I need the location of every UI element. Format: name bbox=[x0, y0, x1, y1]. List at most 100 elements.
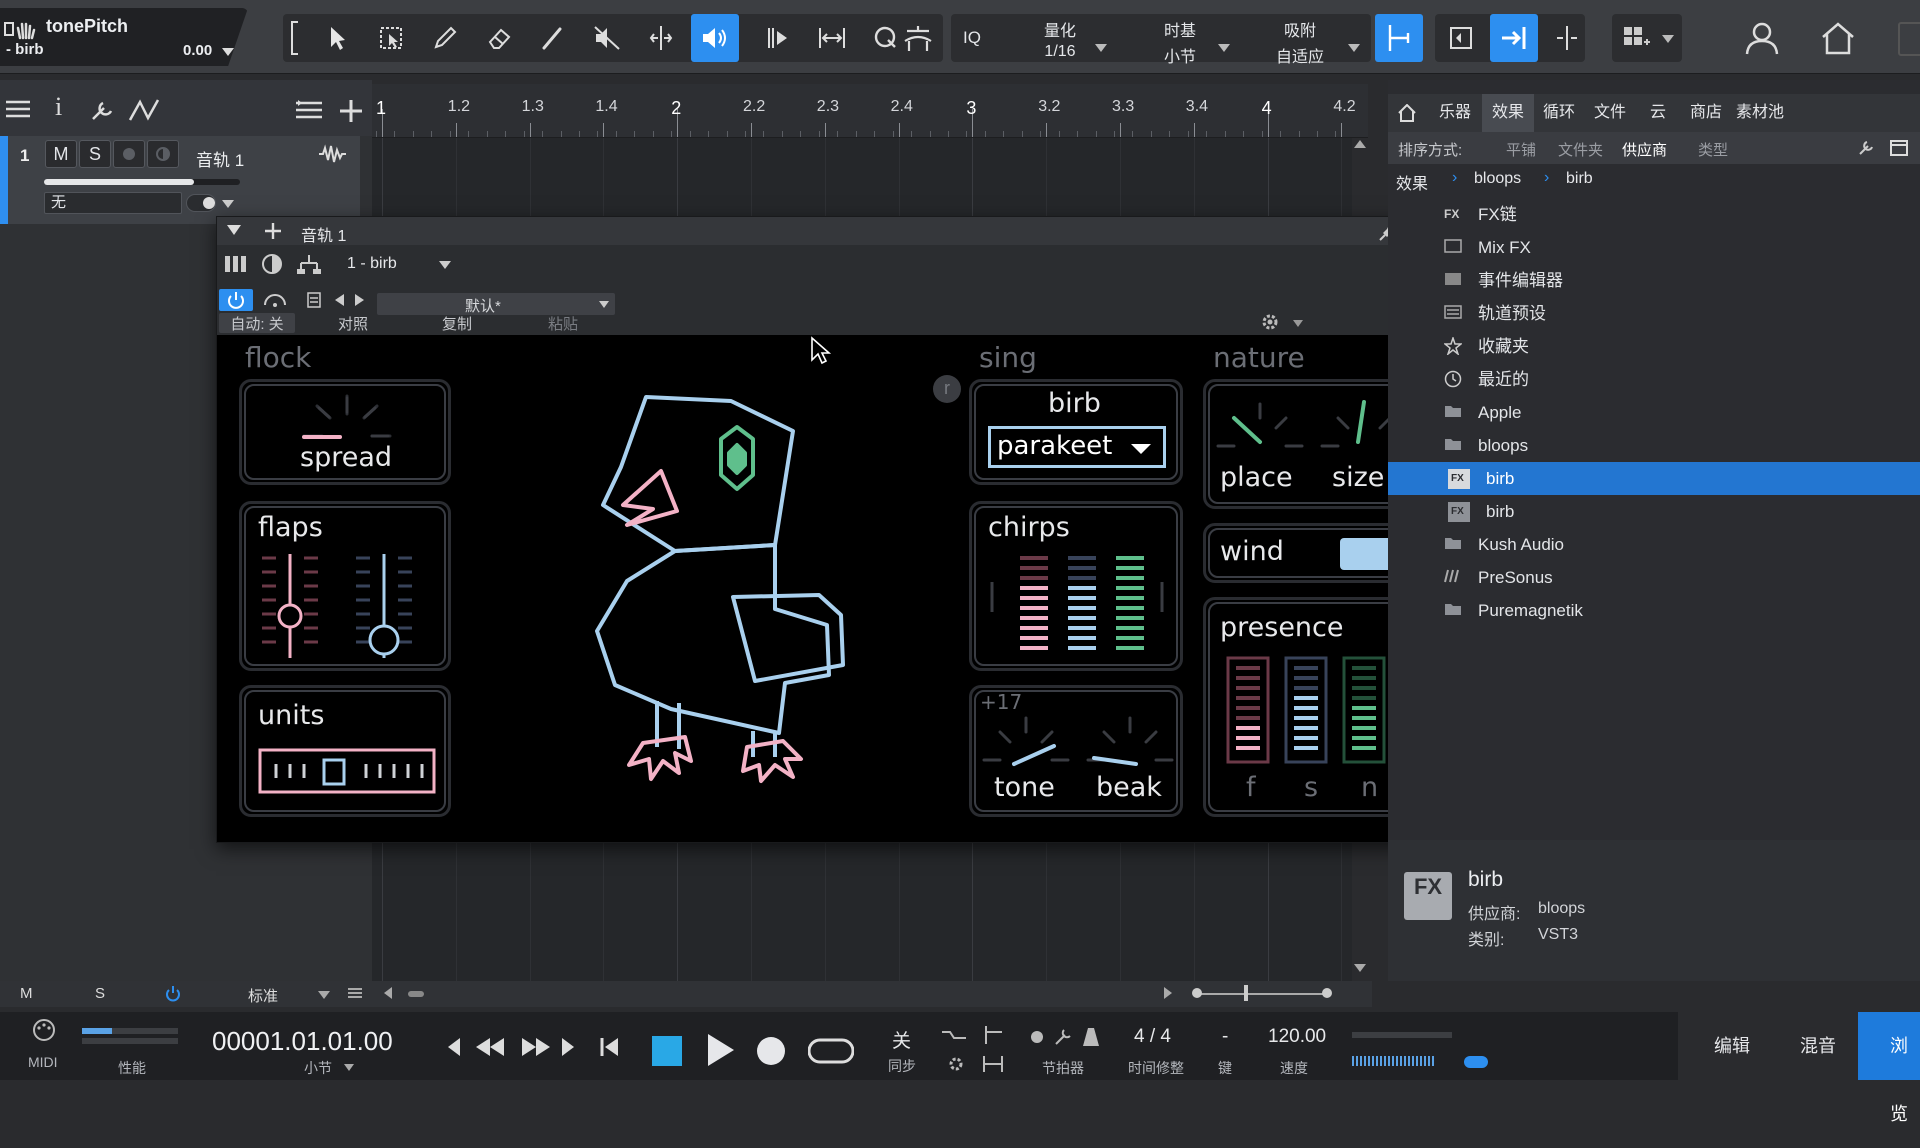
birb-type-select[interactable]: parakeet bbox=[988, 426, 1166, 468]
zoom-slider[interactable] bbox=[1192, 985, 1332, 1001]
split-tool-button[interactable] bbox=[637, 14, 685, 62]
sort-option[interactable]: 文件夹 bbox=[1558, 139, 1603, 160]
stretch-tool-button[interactable] bbox=[808, 14, 856, 62]
units-panel[interactable]: units bbox=[239, 685, 451, 817]
snap-select[interactable]: 吸附 自适应 bbox=[1250, 14, 1350, 66]
gear-icon[interactable] bbox=[948, 1056, 964, 1072]
paint-tool-button[interactable] bbox=[529, 14, 577, 62]
midi-icon[interactable] bbox=[30, 1018, 58, 1042]
plugin-slot-select[interactable]: 1 - birb bbox=[335, 251, 465, 279]
scroll-left-icon[interactable] bbox=[384, 987, 392, 999]
snap-toggle-button[interactable] bbox=[1375, 14, 1423, 62]
chirps-panel[interactable]: chirps bbox=[969, 501, 1183, 671]
wrench-icon[interactable] bbox=[90, 100, 114, 122]
power-button[interactable] bbox=[219, 289, 253, 311]
bracket-icon[interactable] bbox=[283, 14, 307, 62]
solo-button[interactable]: S bbox=[79, 140, 111, 168]
mute-button[interactable]: M bbox=[45, 140, 77, 168]
browser-tree-item[interactable]: FX birb bbox=[1388, 462, 1920, 495]
plugin-title-bar[interactable]: 音轨 1 bbox=[217, 217, 1445, 245]
browser-tree-item[interactable]: FX FX链 bbox=[1388, 198, 1920, 231]
listen-tool-button[interactable] bbox=[691, 14, 739, 62]
forward-end-icon[interactable] bbox=[562, 1038, 578, 1056]
go-to-start-icon[interactable] bbox=[600, 1038, 618, 1056]
waveform-icon[interactable] bbox=[318, 144, 346, 164]
position-unit[interactable]: 小节 bbox=[304, 1058, 332, 1078]
wrench-icon[interactable] bbox=[1054, 1028, 1072, 1046]
sort-option[interactable]: 类型 bbox=[1698, 139, 1728, 160]
loop-range-icon[interactable] bbox=[982, 1056, 1004, 1072]
monitor-button[interactable] bbox=[147, 140, 179, 168]
chevron-down-icon[interactable] bbox=[344, 1064, 354, 1071]
bypass-icon[interactable] bbox=[263, 291, 287, 307]
browser-tree-item[interactable]: PreSonus bbox=[1388, 561, 1920, 594]
collapse-icon[interactable] bbox=[227, 225, 241, 235]
precount-icon[interactable] bbox=[1030, 1030, 1044, 1044]
pencil-tool-button[interactable] bbox=[421, 14, 469, 62]
power-icon[interactable] bbox=[164, 985, 182, 1003]
home-icon[interactable] bbox=[1814, 14, 1862, 62]
list-icon[interactable] bbox=[296, 100, 322, 120]
reset-button[interactable]: r bbox=[933, 375, 961, 403]
presence-meters[interactable] bbox=[1222, 654, 1406, 766]
browser-tree-item[interactable]: bloops bbox=[1388, 429, 1920, 462]
scroll-up-icon[interactable] bbox=[1354, 140, 1366, 148]
tone-knob[interactable] bbox=[1012, 744, 1056, 766]
loop-button[interactable] bbox=[808, 1036, 854, 1066]
track-height-select[interactable]: 标准 bbox=[248, 985, 278, 1006]
wrench-icon[interactable] bbox=[1858, 140, 1874, 156]
iq-label[interactable]: IQ bbox=[963, 28, 981, 48]
track-name[interactable]: 音轨 1 bbox=[196, 146, 244, 171]
autoscroll-button[interactable] bbox=[894, 14, 942, 62]
panel-toggle-button[interactable] bbox=[1898, 22, 1920, 56]
sort-option[interactable]: 平铺 bbox=[1506, 139, 1536, 160]
chirps-meters[interactable] bbox=[986, 552, 1172, 664]
key-value[interactable]: - bbox=[1222, 1026, 1228, 1048]
size-knob[interactable] bbox=[1356, 400, 1366, 444]
record-button[interactable] bbox=[756, 1036, 786, 1066]
prev-preset-icon[interactable] bbox=[335, 294, 344, 306]
gear-icon[interactable] bbox=[1261, 313, 1279, 331]
global-mute-button[interactable]: M bbox=[20, 985, 33, 1002]
paste-button[interactable]: 粘贴 bbox=[513, 313, 613, 333]
next-preset-icon[interactable] bbox=[355, 294, 364, 306]
grid-icon[interactable] bbox=[1612, 14, 1660, 62]
compare-button[interactable]: 对照 bbox=[303, 313, 403, 333]
browser-tab[interactable]: 循环 bbox=[1534, 94, 1584, 132]
punch-icon[interactable] bbox=[942, 1028, 966, 1042]
time-signature[interactable]: 4 / 4 bbox=[1134, 1026, 1171, 1048]
user-icon[interactable] bbox=[1738, 14, 1786, 62]
scroll-down-icon[interactable] bbox=[1354, 964, 1366, 972]
global-solo-button[interactable]: S bbox=[95, 985, 105, 1002]
browser-tab[interactable]: 乐器 bbox=[1430, 94, 1480, 132]
mute-tool-button[interactable] bbox=[583, 14, 631, 62]
track-row[interactable]: 1 M S 音轨 1 无 bbox=[0, 136, 360, 224]
add-track-icon[interactable] bbox=[340, 100, 362, 122]
browser-tab[interactable]: 文件 bbox=[1584, 94, 1636, 132]
info-icon[interactable]: i bbox=[55, 92, 62, 122]
chevron-down-icon[interactable] bbox=[318, 991, 330, 999]
browser-tab[interactable]: 效果 bbox=[1482, 94, 1534, 132]
list-icon[interactable] bbox=[348, 987, 362, 999]
chevron-down-icon[interactable] bbox=[1293, 320, 1303, 327]
metronome-icon[interactable] bbox=[1082, 1028, 1100, 1046]
skip-forward-tool-button[interactable] bbox=[754, 14, 802, 62]
input-select[interactable]: 无 bbox=[44, 192, 182, 214]
browser-tab[interactable]: 素材池 bbox=[1722, 94, 1798, 132]
scroll-right-icon[interactable] bbox=[1164, 987, 1172, 999]
record-arm-button[interactable] bbox=[113, 140, 145, 168]
rewind-start-icon[interactable] bbox=[444, 1038, 460, 1056]
browser-tree-item[interactable]: 轨道预设 bbox=[1388, 297, 1920, 330]
breadcrumb-item[interactable]: bloops bbox=[1474, 170, 1521, 188]
preset-list-icon[interactable] bbox=[307, 292, 321, 308]
browser-tab[interactable]: 云 bbox=[1638, 94, 1678, 132]
play-button[interactable] bbox=[706, 1034, 734, 1066]
quantize-select[interactable]: 量化 1/16 bbox=[1010, 14, 1110, 62]
cut-left-button[interactable] bbox=[1437, 14, 1485, 62]
breadcrumb-item[interactable]: 效果 bbox=[1396, 170, 1428, 194]
browser-tree-item[interactable]: 事件编辑器 bbox=[1388, 264, 1920, 297]
position-display[interactable]: 00001.01.01.00 bbox=[212, 1026, 393, 1057]
sync-value[interactable]: 关 bbox=[892, 1026, 911, 1053]
browser-tree-item[interactable]: Apple bbox=[1388, 396, 1920, 429]
spread-knob[interactable] bbox=[282, 390, 412, 444]
